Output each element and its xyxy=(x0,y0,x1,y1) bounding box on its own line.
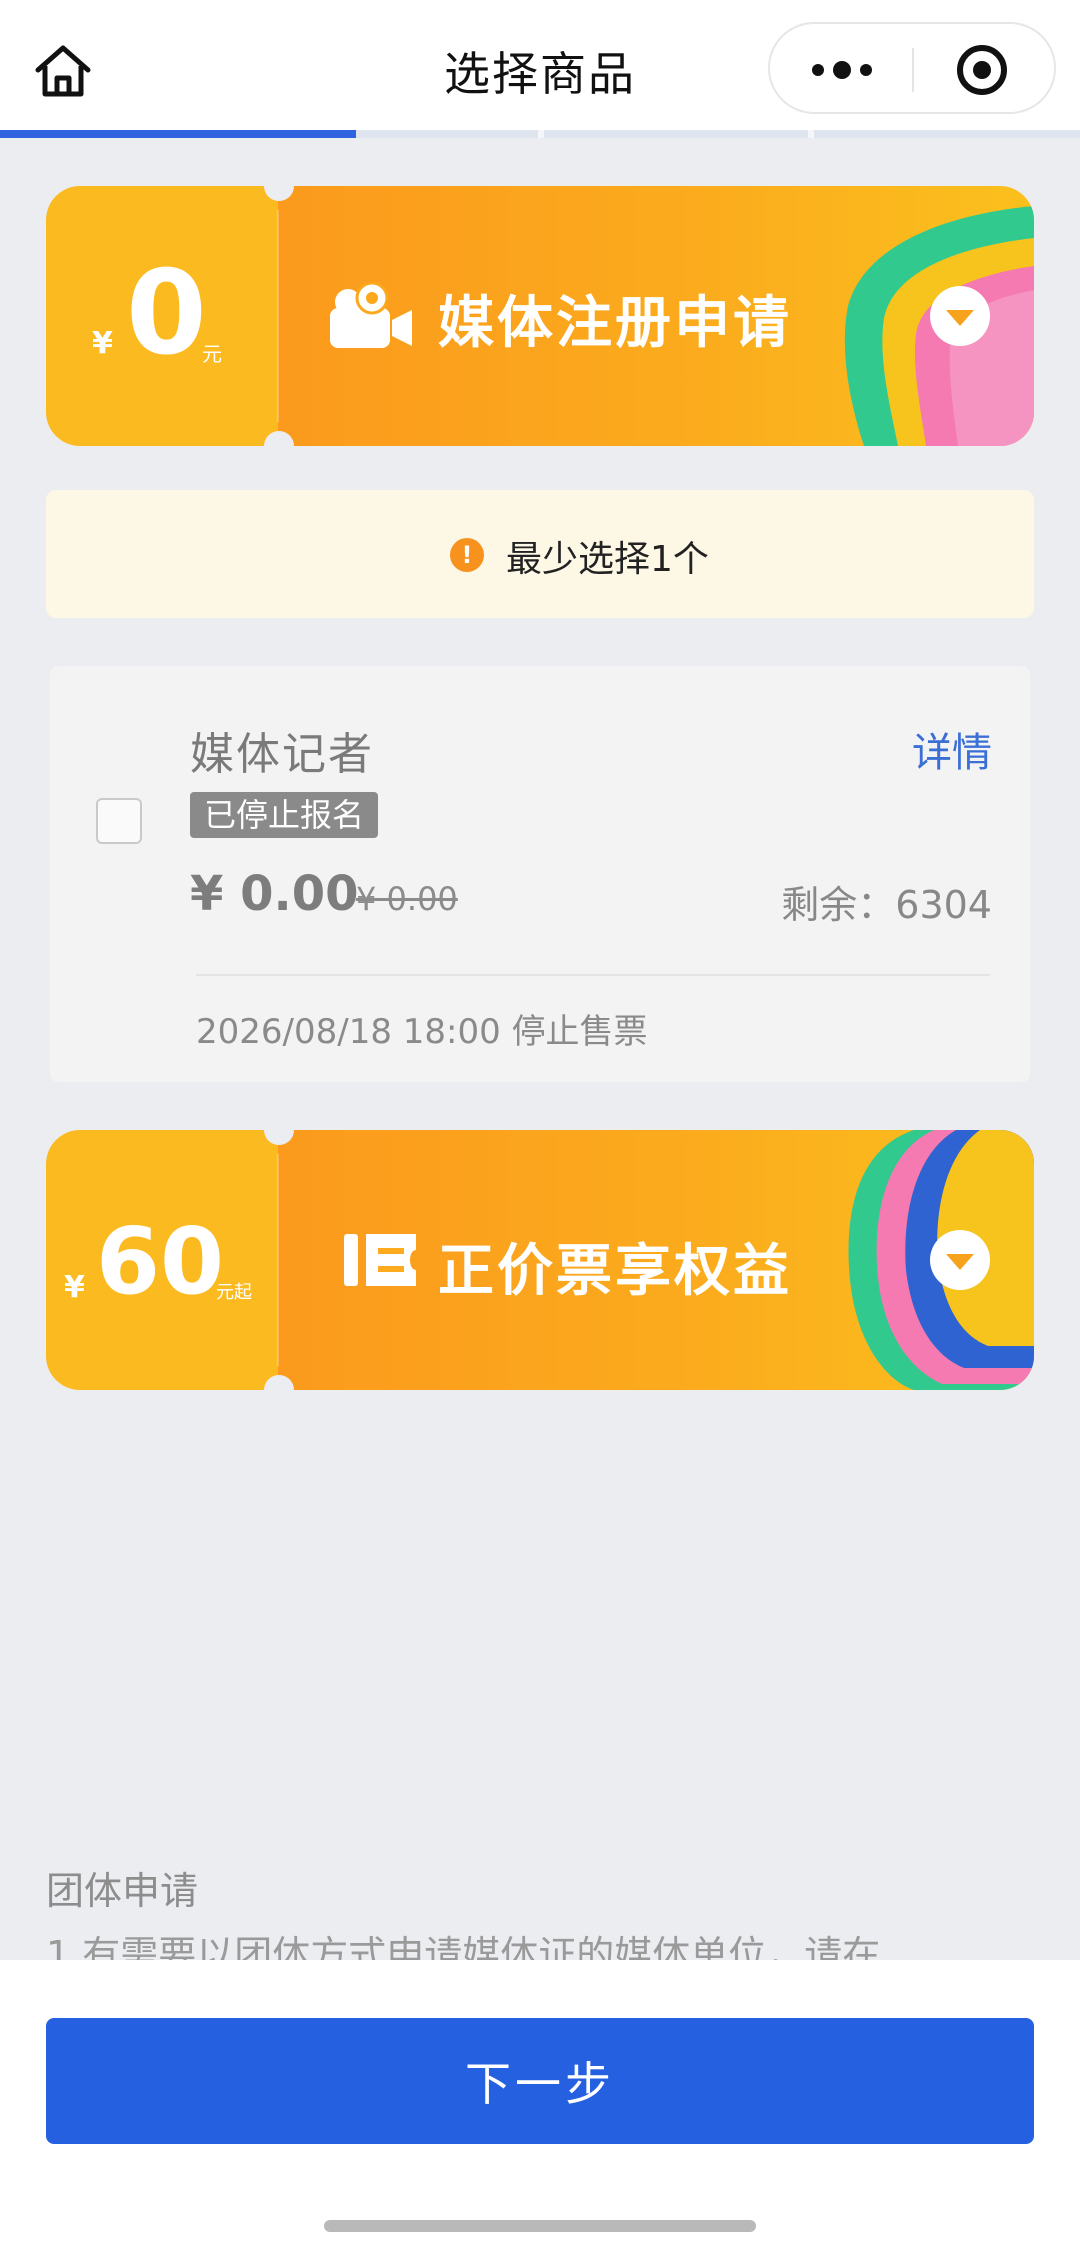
status-badge: 已停止报名 xyxy=(190,792,379,838)
expand-chevron-icon[interactable] xyxy=(928,1228,992,1292)
group-application-title: 团体申请 xyxy=(46,1869,199,1913)
banner-decoration xyxy=(848,1130,1034,1390)
product-checkbox[interactable] xyxy=(96,798,142,844)
mini-program-capsule xyxy=(768,22,1056,114)
progress-fill xyxy=(0,130,356,138)
progress-separator xyxy=(538,130,544,138)
video-camera-icon xyxy=(330,282,412,348)
nav-bar: 选择商品 xyxy=(0,0,1080,130)
stop-sale-time: 2026/08/18 18:00 停止售票 xyxy=(196,1012,648,1052)
capsule-divider xyxy=(912,48,914,92)
selection-notice: ! 最少选择1个 xyxy=(46,490,1034,618)
home-indicator[interactable] xyxy=(324,2220,756,2232)
notice-text: 最少选择1个 xyxy=(506,539,709,580)
price-unit: 元起 xyxy=(216,1282,252,1303)
banner-title: 正价票享权益 xyxy=(438,1239,792,1304)
more-icon[interactable] xyxy=(810,52,874,88)
bottom-action-bar: 下一步 xyxy=(0,1960,1080,2256)
product-card[interactable]: 媒体记者 详情 已停止报名 ¥ 0.00 ¥ 0.00 剩余：6304 2026… xyxy=(50,666,1030,1082)
next-step-button[interactable]: 下一步 xyxy=(46,2018,1034,2144)
price-unit: 元 xyxy=(202,342,222,366)
step-progress xyxy=(0,130,1080,138)
ticket-icon xyxy=(344,1234,416,1286)
price-value: 0 xyxy=(126,246,207,381)
expand-chevron-icon[interactable] xyxy=(928,284,992,348)
product-price: ¥ 0.00 xyxy=(190,866,359,922)
currency-symbol: ¥ xyxy=(64,1270,85,1305)
progress-separator xyxy=(808,130,814,138)
card-divider xyxy=(196,974,990,976)
banner-decoration xyxy=(844,206,1034,446)
paid-ticket-banner[interactable]: ¥ 60 元起 正价票享权益 xyxy=(46,1130,1034,1390)
remaining-count: 剩余：6304 xyxy=(781,883,992,927)
banner-title: 媒体注册申请 xyxy=(438,291,792,356)
close-program-icon[interactable] xyxy=(954,42,1010,98)
product-name: 媒体记者 xyxy=(190,729,374,780)
warning-icon: ! xyxy=(450,538,484,572)
currency-symbol: ¥ xyxy=(92,326,113,361)
banner-price: ¥ 60 元起 xyxy=(46,1130,278,1390)
details-link[interactable]: 详情 xyxy=(912,720,992,778)
banner-price: ¥ 0 元 xyxy=(46,186,278,446)
original-price: ¥ 0.00 xyxy=(356,880,458,918)
media-registration-banner[interactable]: ¥ 0 元 媒体注册申请 xyxy=(46,186,1034,446)
price-value: 60 xyxy=(96,1208,225,1315)
